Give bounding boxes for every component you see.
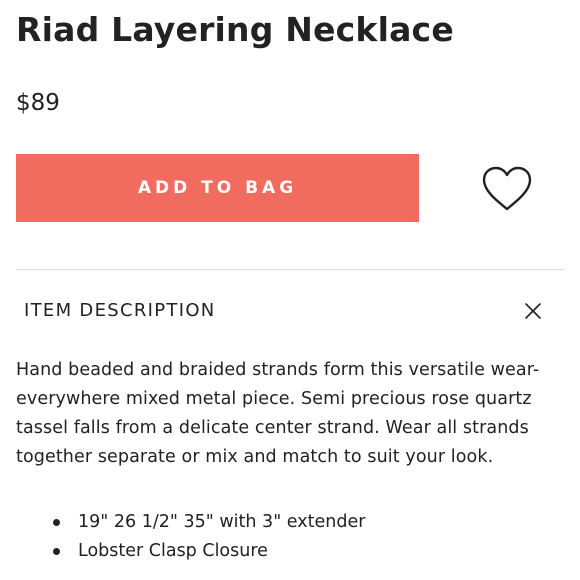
bullet-icon	[53, 548, 60, 555]
add-to-bag-label: ADD TO BAG	[137, 178, 298, 198]
close-icon[interactable]	[522, 300, 544, 322]
section-divider	[16, 269, 565, 270]
product-title: Riad Layering Necklace	[16, 10, 454, 49]
list-item: 19" 26 1/2" 35" with 3" extender	[16, 508, 365, 537]
list-item: Lobster Clasp Closure	[16, 537, 365, 566]
add-to-bag-button[interactable]: ADD TO BAG	[16, 154, 419, 222]
product-detail-page: Riad Layering Necklace $89 ADD TO BAG IT…	[0, 0, 580, 580]
bullet-icon	[53, 519, 60, 526]
item-description-text: Hand beaded and braided strands form thi…	[16, 360, 540, 467]
list-item-text: Lobster Clasp Closure	[78, 541, 268, 561]
product-price: $89	[16, 90, 60, 116]
item-description-header[interactable]: ITEM DESCRIPTION	[24, 300, 216, 321]
list-item-text: 19" 26 1/2" 35" with 3" extender	[78, 512, 366, 532]
heart-icon[interactable]	[480, 164, 534, 214]
item-details-list: 19" 26 1/2" 35" with 3" extender Lobster…	[16, 508, 365, 566]
